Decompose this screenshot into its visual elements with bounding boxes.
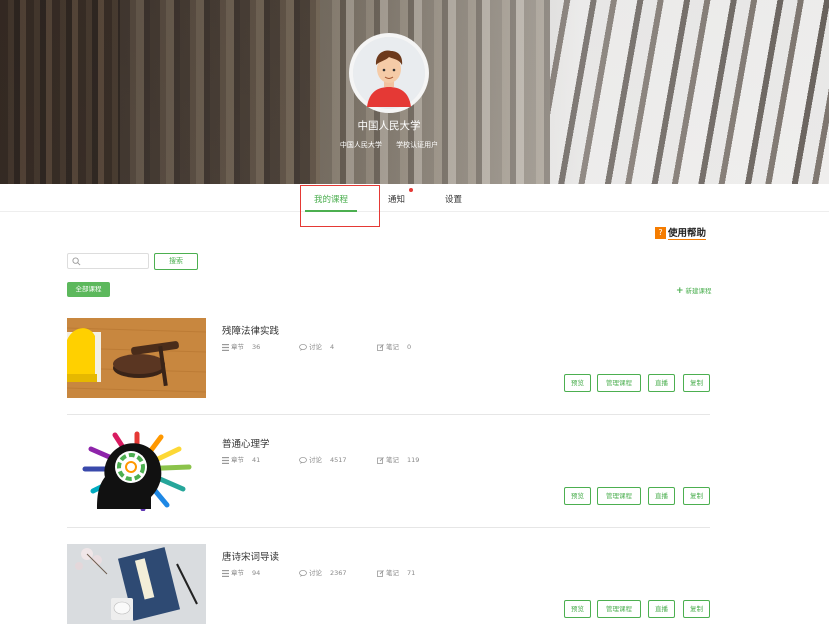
notes-stat: 笔记 71 [377, 567, 415, 577]
main-tabs: 我的课程 通知 设置 [0, 184, 829, 212]
preview-button[interactable]: 预览 [564, 600, 591, 618]
comment-icon [299, 569, 307, 577]
chapters-count: 41 [252, 456, 261, 464]
course-actions: 预览 管理课程 直播 复制 [564, 374, 710, 392]
comment-icon [299, 456, 307, 464]
discussions-count: 4 [330, 343, 335, 351]
live-button[interactable]: 直播 [648, 487, 675, 505]
search-box[interactable] [67, 253, 149, 269]
copy-button[interactable]: 复制 [683, 600, 710, 618]
discussions-stat: 讨论 4 [299, 341, 334, 351]
chapters-count: 94 [252, 569, 261, 577]
divider [67, 414, 710, 415]
notes-count: 0 [407, 343, 412, 351]
gavel-image-icon [67, 318, 206, 398]
notes-count: 71 [407, 569, 416, 577]
help-icon: ? [655, 226, 666, 239]
chapters-count: 36 [252, 343, 261, 351]
chapters-label: 章节 [231, 456, 244, 464]
live-button[interactable]: 直播 [648, 374, 675, 392]
course-thumbnail-psychology[interactable] [67, 431, 206, 511]
help-link[interactable]: ? 使用帮助 [655, 225, 707, 240]
course-stats: 章节 94 讨论 2367 笔记 71 [222, 567, 522, 577]
plus-icon: + [676, 286, 684, 296]
profile-banner: 中国人民大学 中国人民大学 学校认证用户 [0, 0, 829, 184]
list-icon [222, 569, 229, 577]
preview-button[interactable]: 预览 [564, 374, 591, 392]
course-stats: 章节 41 讨论 4517 笔记 119 [222, 454, 522, 464]
discussions-count: 2367 [330, 569, 347, 577]
course-title[interactable]: 普通心理学 [222, 436, 270, 450]
divider [67, 527, 710, 528]
highlight-annotation-box [300, 185, 380, 227]
profile-sub-info: 中国人民大学 学校认证用户 [300, 140, 478, 150]
notes-stat: 笔记 0 [377, 341, 411, 351]
course-thumbnail-gavel[interactable] [67, 318, 206, 398]
psychology-image-icon [67, 431, 206, 511]
course-thumbnail-poetry[interactable] [67, 544, 206, 624]
discussions-label: 讨论 [309, 456, 322, 464]
notification-dot [409, 188, 413, 192]
search-button[interactable]: 搜索 [154, 253, 198, 270]
list-icon [222, 456, 229, 464]
discussions-label: 讨论 [309, 343, 322, 351]
copy-button[interactable]: 复制 [683, 374, 710, 392]
course-stats: 章节 36 讨论 4 笔记 0 [222, 341, 522, 351]
course-actions: 预览 管理课程 直播 复制 [564, 487, 710, 505]
profile-school: 中国人民大学 [339, 141, 382, 149]
list-icon [222, 343, 229, 351]
discussions-count: 4517 [330, 456, 347, 464]
new-course-label: 新建课程 [685, 287, 712, 295]
course-item: 唐诗宋词导读 章节 94 讨论 2367 笔记 71 预览 管理课程 直播 复制 [67, 544, 710, 641]
user-avatar-icon [353, 37, 425, 109]
chapters-stat: 章节 36 [222, 341, 260, 351]
search-input[interactable] [82, 255, 146, 267]
notes-stat: 笔记 119 [377, 454, 419, 464]
course-actions: 预览 管理课程 直播 复制 [564, 600, 710, 618]
chapters-stat: 章节 94 [222, 567, 260, 577]
live-button[interactable]: 直播 [648, 600, 675, 618]
preview-button[interactable]: 预览 [564, 487, 591, 505]
notes-count: 119 [407, 456, 420, 464]
chapters-label: 章节 [231, 569, 244, 577]
edit-icon [377, 569, 384, 577]
discussions-stat: 讨论 4517 [299, 454, 347, 464]
notes-label: 笔记 [386, 456, 399, 464]
chapters-stat: 章节 41 [222, 454, 260, 464]
course-title[interactable]: 唐诗宋词导读 [222, 549, 279, 563]
course-title[interactable]: 残障法律实践 [222, 323, 279, 337]
discussions-label: 讨论 [309, 569, 322, 577]
notes-label: 笔记 [386, 343, 399, 351]
tab-notifications[interactable]: 通知 [388, 193, 405, 205]
manage-course-button[interactable]: 管理课程 [597, 600, 641, 618]
avatar [349, 33, 429, 113]
tab-settings[interactable]: 设置 [445, 193, 462, 205]
manage-course-button[interactable]: 管理课程 [597, 374, 641, 392]
discussions-stat: 讨论 2367 [299, 567, 347, 577]
chapters-label: 章节 [231, 343, 244, 351]
poetry-book-image-icon [67, 544, 206, 624]
profile-role: 学校认证用户 [396, 141, 439, 149]
copy-button[interactable]: 复制 [683, 487, 710, 505]
manage-course-button[interactable]: 管理课程 [597, 487, 641, 505]
comment-icon [299, 343, 307, 351]
profile-name: 中国人民大学 [357, 120, 421, 132]
notes-label: 笔记 [386, 569, 399, 577]
help-label: 使用帮助 [668, 225, 707, 240]
all-courses-button[interactable]: 全部课程 [67, 282, 110, 297]
edit-icon [377, 343, 384, 351]
search-icon [72, 257, 81, 266]
edit-icon [377, 456, 384, 464]
new-course-button[interactable]: + 新建课程 [676, 285, 712, 296]
